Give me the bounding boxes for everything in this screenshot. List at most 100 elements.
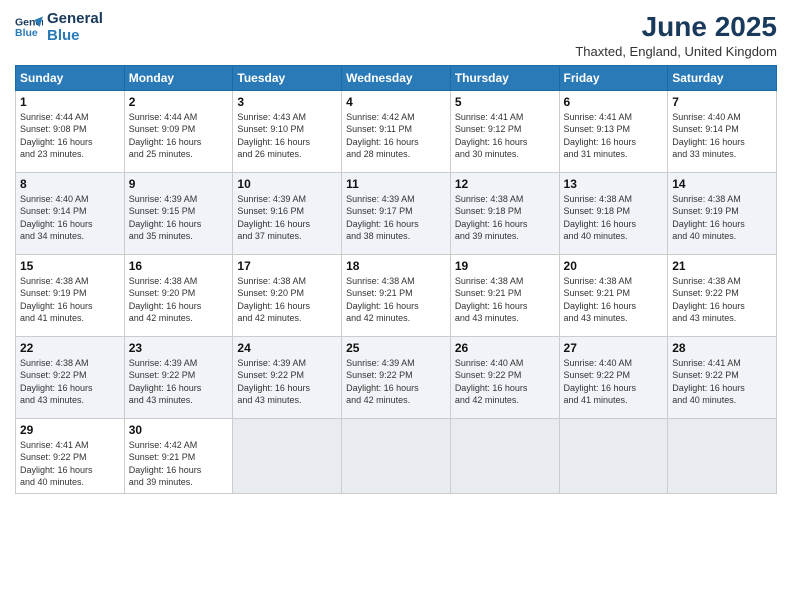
- day-info: Sunrise: 4:38 AM Sunset: 9:19 PM Dayligh…: [20, 275, 120, 325]
- day-info: Sunrise: 4:40 AM Sunset: 9:14 PM Dayligh…: [20, 193, 120, 243]
- day-info: Sunrise: 4:42 AM Sunset: 9:21 PM Dayligh…: [129, 439, 229, 489]
- day-cell-8: 8Sunrise: 4:40 AM Sunset: 9:14 PM Daylig…: [16, 172, 125, 254]
- day-cell-24: 24 Sunrise: 4:39 AM Sunset: 9:22 PM Dayli…: [233, 336, 342, 418]
- logo-blue-text: Blue: [47, 27, 103, 44]
- day-number: 12: [455, 177, 555, 191]
- day-number: 22: [20, 341, 120, 355]
- weekday-thursday: Thursday: [450, 65, 559, 90]
- weekday-friday: Friday: [559, 65, 668, 90]
- weekday-tuesday: Tuesday: [233, 65, 342, 90]
- day-info: Sunrise: 4:38 AM Sunset: 9:21 PM Dayligh…: [455, 275, 555, 325]
- calendar-table: SundayMondayTuesdayWednesdayThursdayFrid…: [15, 65, 777, 494]
- day-cell-22: 22 Sunrise: 4:38 AM Sunset: 9:22 PM Dayli…: [16, 336, 125, 418]
- day-cell-5: 5 Sunrise: 4:41 AM Sunset: 9:12 PM Daylig…: [450, 90, 559, 172]
- day-cell-14: 14Sunrise: 4:38 AM Sunset: 9:19 PM Dayli…: [668, 172, 777, 254]
- day-cell-16: 16Sunrise: 4:38 AM Sunset: 9:20 PM Dayli…: [124, 254, 233, 336]
- empty-cell: [559, 418, 668, 493]
- day-info: Sunrise: 4:40 AM Sunset: 9:14 PM Dayligh…: [672, 111, 772, 161]
- day-number: 9: [129, 177, 229, 191]
- day-info: Sunrise: 4:38 AM Sunset: 9:18 PM Dayligh…: [455, 193, 555, 243]
- empty-cell: [668, 418, 777, 493]
- day-info: Sunrise: 4:39 AM Sunset: 9:22 PM Dayligh…: [237, 357, 337, 407]
- empty-cell: [342, 418, 451, 493]
- day-number: 2: [129, 95, 229, 109]
- day-number: 27: [564, 341, 664, 355]
- day-cell-12: 12 Sunrise: 4:38 AM Sunset: 9:18 PM Dayli…: [450, 172, 559, 254]
- day-cell-13: 13 Sunrise: 4:38 AM Sunset: 9:18 PM Dayli…: [559, 172, 668, 254]
- day-info: Sunrise: 4:41 AM Sunset: 9:22 PM Dayligh…: [672, 357, 772, 407]
- day-number: 19: [455, 259, 555, 273]
- day-cell-10: 10Sunrise: 4:39 AM Sunset: 9:16 PM Dayli…: [233, 172, 342, 254]
- day-cell-28: 28Sunrise: 4:41 AM Sunset: 9:22 PM Dayli…: [668, 336, 777, 418]
- day-cell-26: 26Sunrise: 4:40 AM Sunset: 9:22 PM Dayli…: [450, 336, 559, 418]
- day-number: 14: [672, 177, 772, 191]
- day-cell-7: 7Sunrise: 4:40 AM Sunset: 9:14 PM Daylig…: [668, 90, 777, 172]
- day-number: 21: [672, 259, 772, 273]
- day-info: Sunrise: 4:42 AM Sunset: 9:11 PM Dayligh…: [346, 111, 446, 161]
- location: Thaxted, England, United Kingdom: [575, 44, 777, 59]
- day-info: Sunrise: 4:40 AM Sunset: 9:22 PM Dayligh…: [564, 357, 664, 407]
- day-info: Sunrise: 4:41 AM Sunset: 9:12 PM Dayligh…: [455, 111, 555, 161]
- day-number: 23: [129, 341, 229, 355]
- day-info: Sunrise: 4:38 AM Sunset: 9:22 PM Dayligh…: [20, 357, 120, 407]
- day-number: 5: [455, 95, 555, 109]
- day-number: 4: [346, 95, 446, 109]
- day-number: 15: [20, 259, 120, 273]
- day-cell-27: 27 Sunrise: 4:40 AM Sunset: 9:22 PM Dayli…: [559, 336, 668, 418]
- day-cell-30: 30 Sunrise: 4:42 AM Sunset: 9:21 PM Dayli…: [124, 418, 233, 493]
- day-cell-1: 1 Sunrise: 4:44 AM Sunset: 9:08 PM Daylig…: [16, 90, 125, 172]
- weekday-monday: Monday: [124, 65, 233, 90]
- empty-cell: [450, 418, 559, 493]
- day-info: Sunrise: 4:39 AM Sunset: 9:17 PM Dayligh…: [346, 193, 446, 243]
- day-cell-2: 2 Sunrise: 4:44 AM Sunset: 9:09 PM Daylig…: [124, 90, 233, 172]
- day-number: 11: [346, 177, 446, 191]
- day-info: Sunrise: 4:41 AM Sunset: 9:22 PM Dayligh…: [20, 439, 120, 489]
- day-cell-25: 25Sunrise: 4:39 AM Sunset: 9:22 PM Dayli…: [342, 336, 451, 418]
- day-number: 24: [237, 341, 337, 355]
- day-number: 26: [455, 341, 555, 355]
- day-cell-20: 20Sunrise: 4:38 AM Sunset: 9:21 PM Dayli…: [559, 254, 668, 336]
- day-number: 6: [564, 95, 664, 109]
- day-info: Sunrise: 4:38 AM Sunset: 9:18 PM Dayligh…: [564, 193, 664, 243]
- day-info: Sunrise: 4:39 AM Sunset: 9:22 PM Dayligh…: [129, 357, 229, 407]
- day-cell-23: 23 Sunrise: 4:39 AM Sunset: 9:22 PM Dayli…: [124, 336, 233, 418]
- day-number: 16: [129, 259, 229, 273]
- day-info: Sunrise: 4:43 AM Sunset: 9:10 PM Dayligh…: [237, 111, 337, 161]
- day-number: 18: [346, 259, 446, 273]
- header: General Blue General Blue June 2025 Thax…: [15, 10, 777, 59]
- logo-general-text: General: [47, 10, 103, 27]
- day-cell-18: 18 Sunrise: 4:38 AM Sunset: 9:21 PM Dayli…: [342, 254, 451, 336]
- day-cell-9: 9 Sunrise: 4:39 AM Sunset: 9:15 PM Daylig…: [124, 172, 233, 254]
- day-info: Sunrise: 4:38 AM Sunset: 9:21 PM Dayligh…: [346, 275, 446, 325]
- day-info: Sunrise: 4:39 AM Sunset: 9:15 PM Dayligh…: [129, 193, 229, 243]
- weekday-saturday: Saturday: [668, 65, 777, 90]
- day-info: Sunrise: 4:38 AM Sunset: 9:20 PM Dayligh…: [237, 275, 337, 325]
- weekday-wednesday: Wednesday: [342, 65, 451, 90]
- month-year: June 2025: [575, 10, 777, 44]
- weekday-header-row: SundayMondayTuesdayWednesdayThursdayFrid…: [16, 65, 777, 90]
- svg-text:Blue: Blue: [15, 27, 38, 39]
- empty-cell: [233, 418, 342, 493]
- day-cell-15: 15 Sunrise: 4:38 AM Sunset: 9:19 PM Dayli…: [16, 254, 125, 336]
- day-info: Sunrise: 4:38 AM Sunset: 9:22 PM Dayligh…: [672, 275, 772, 325]
- day-cell-3: 3 Sunrise: 4:43 AM Sunset: 9:10 PM Daylig…: [233, 90, 342, 172]
- day-info: Sunrise: 4:44 AM Sunset: 9:09 PM Dayligh…: [129, 111, 229, 161]
- logo: General Blue General Blue: [15, 10, 103, 45]
- day-cell-29: 29 Sunrise: 4:41 AM Sunset: 9:22 PM Dayli…: [16, 418, 125, 493]
- calendar-page: General Blue General Blue June 2025 Thax…: [0, 0, 792, 612]
- logo-icon: General Blue: [15, 13, 43, 41]
- weekday-sunday: Sunday: [16, 65, 125, 90]
- day-info: Sunrise: 4:38 AM Sunset: 9:21 PM Dayligh…: [564, 275, 664, 325]
- day-info: Sunrise: 4:44 AM Sunset: 9:08 PM Dayligh…: [20, 111, 120, 161]
- day-cell-11: 11 Sunrise: 4:39 AM Sunset: 9:17 PM Dayli…: [342, 172, 451, 254]
- day-number: 30: [129, 423, 229, 437]
- day-cell-19: 19 Sunrise: 4:38 AM Sunset: 9:21 PM Dayli…: [450, 254, 559, 336]
- day-number: 13: [564, 177, 664, 191]
- day-info: Sunrise: 4:39 AM Sunset: 9:22 PM Dayligh…: [346, 357, 446, 407]
- day-cell-17: 17Sunrise: 4:38 AM Sunset: 9:20 PM Dayli…: [233, 254, 342, 336]
- day-cell-4: 4 Sunrise: 4:42 AM Sunset: 9:11 PM Daylig…: [342, 90, 451, 172]
- day-cell-21: 21 Sunrise: 4:38 AM Sunset: 9:22 PM Dayli…: [668, 254, 777, 336]
- day-number: 29: [20, 423, 120, 437]
- day-number: 1: [20, 95, 120, 109]
- day-number: 3: [237, 95, 337, 109]
